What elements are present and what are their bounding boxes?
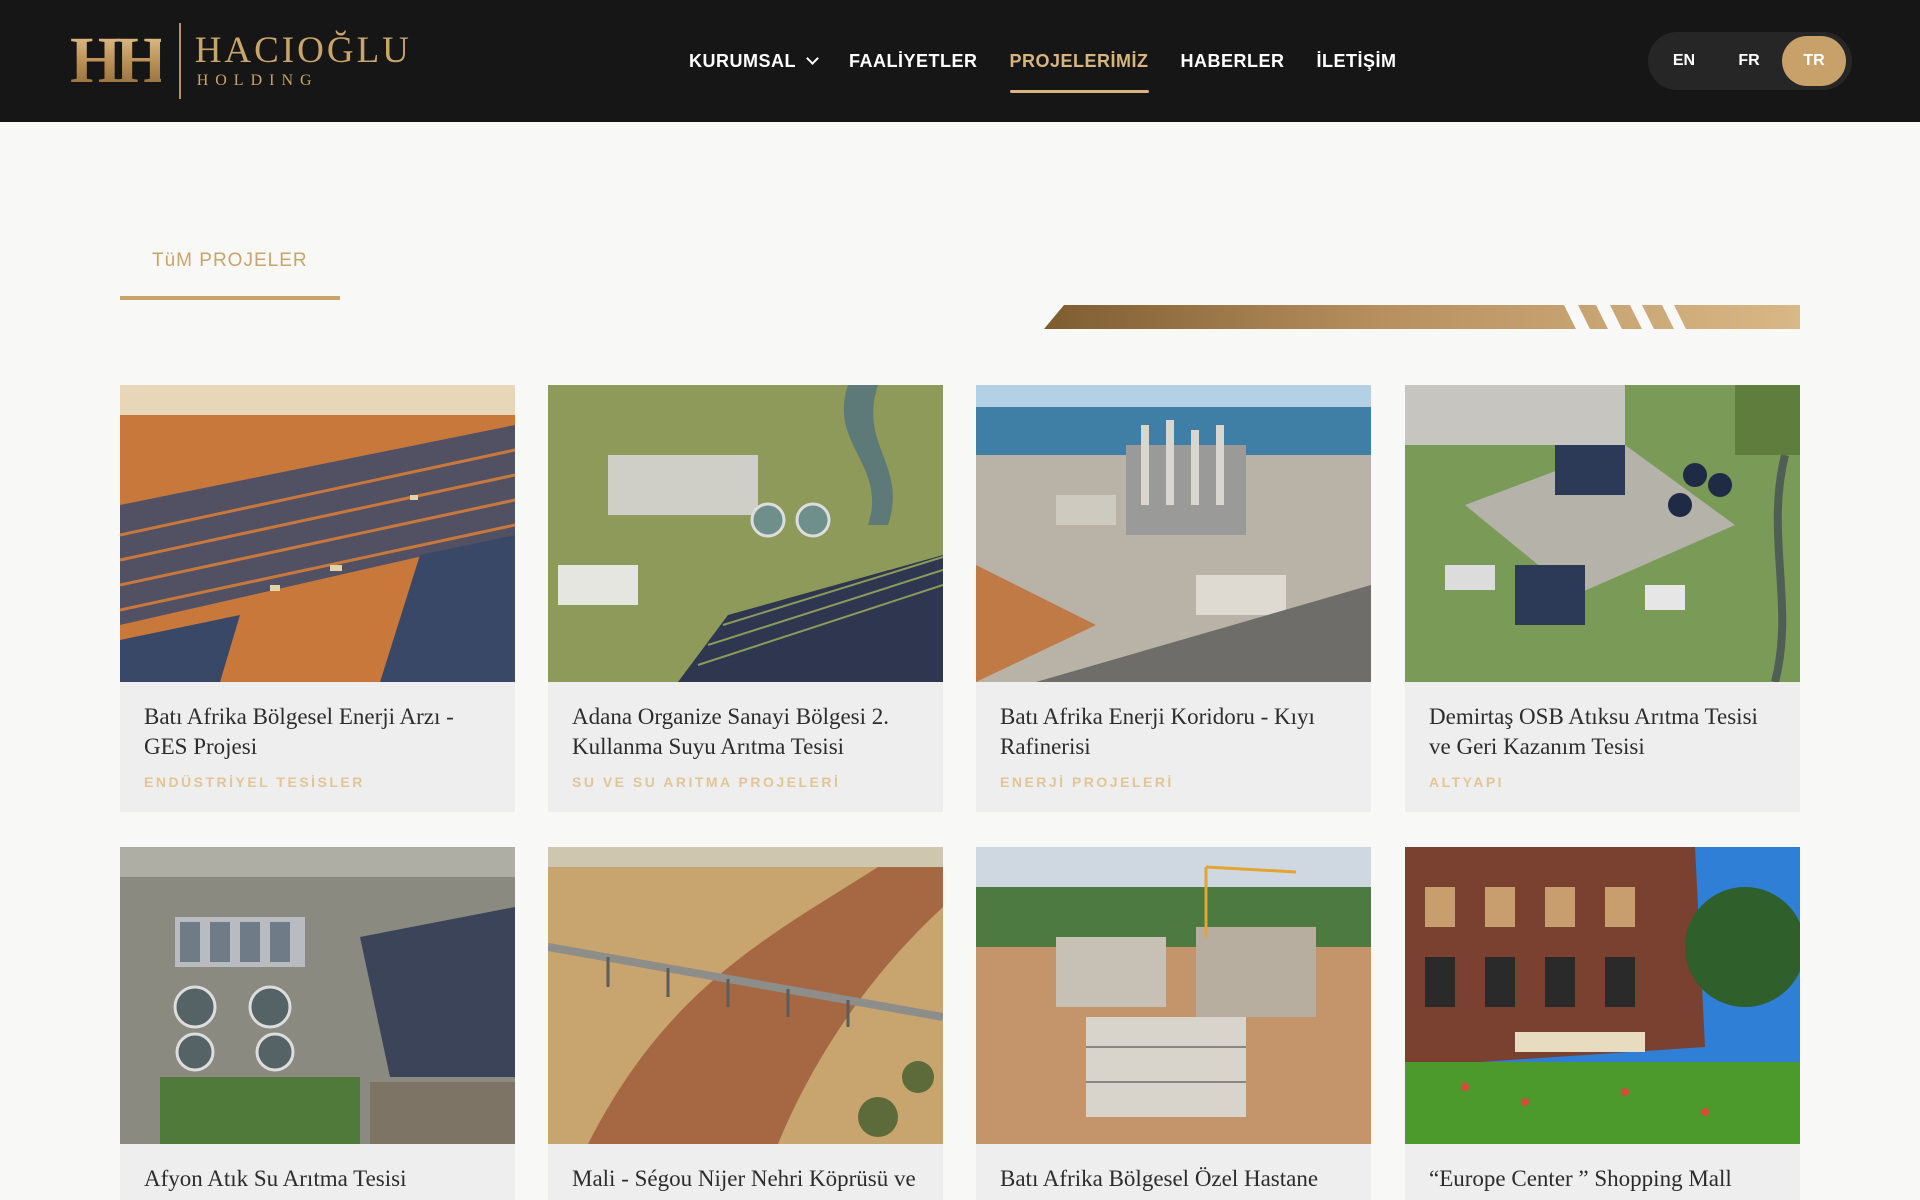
brand-subtitle: HOLDING [196, 72, 319, 89]
project-photo [120, 847, 515, 1144]
nav-iletisim[interactable]: İLETİŞİM [1317, 41, 1397, 81]
project-photo [548, 385, 943, 682]
chevron-down-icon [806, 52, 819, 65]
project-card[interactable]: “Europe Center ” Shopping Mall [1405, 847, 1800, 1200]
project-title: Adana Organize Sanayi Bölgesi 2. Kullanm… [572, 704, 890, 759]
project-photo [548, 847, 943, 1144]
nav-kurumsal[interactable]: KURUMSAL [689, 41, 819, 81]
project-photo [1405, 385, 1800, 682]
project-photo [1405, 847, 1800, 1144]
project-photo [976, 385, 1371, 682]
tab-all-projects[interactable]: TüM PROJELER [120, 250, 340, 300]
brand-name: HACIOĞLU [194, 30, 412, 71]
project-category: ENDÜSTRİYEL TESİSLER [144, 774, 365, 790]
project-photo [120, 385, 515, 682]
project-title: Batı Afrika Enerji Koridoru - Kıyı Rafin… [1000, 704, 1315, 759]
project-title: “Europe Center ” Shopping Mall [1429, 1166, 1732, 1191]
project-photo [976, 847, 1371, 1144]
decorative-gold-stripe [1044, 305, 1800, 329]
project-card[interactable]: Adana Organize Sanayi Bölgesi 2. Kullanm… [548, 385, 943, 812]
project-category: ALTYAPI [1429, 774, 1505, 790]
logo-mark: HH [70, 24, 167, 97]
nav-haberler[interactable]: HABERLER [1181, 41, 1285, 81]
project-title: Mali - Ségou Nijer Nehri Köprüsü ve [572, 1166, 916, 1191]
site-header: HH HACIOĞLU HOLDING KURUMSAL FAALİYETLER… [0, 0, 1920, 122]
project-category: ENERJİ PROJELERİ [1000, 774, 1174, 790]
project-title: Demirtaş OSB Atıksu Arıtma Tesisi ve Ger… [1429, 704, 1758, 759]
brand-logo[interactable]: HH HACIOĞLU HOLDING [70, 22, 412, 100]
lang-tr[interactable]: TR [1782, 36, 1846, 86]
logo-divider [178, 23, 181, 99]
project-card[interactable]: Afyon Atık Su Arıtma Tesisi [120, 847, 515, 1200]
project-card[interactable]: Batı Afrika Enerji Koridoru - Kıyı Rafin… [976, 385, 1371, 812]
nav-projelerimiz[interactable]: PROJELERİMİZ [1009, 41, 1149, 93]
lang-fr[interactable]: FR [1717, 36, 1781, 86]
project-title: Batı Afrika Bölgesel Özel Hastane [1000, 1166, 1319, 1191]
project-title: Afyon Atık Su Arıtma Tesisi [144, 1166, 407, 1191]
project-filter-tabs: TüM PROJELER [120, 250, 340, 300]
project-card[interactable]: Batı Afrika Bölgesel Özel Hastane [976, 847, 1371, 1200]
project-title: Batı Afrika Bölgesel Enerji Arzı - GES P… [144, 704, 454, 759]
project-card[interactable]: Mali - Ségou Nijer Nehri Köprüsü ve [548, 847, 943, 1200]
project-card[interactable]: Batı Afrika Bölgesel Enerji Arzı - GES P… [120, 385, 515, 812]
language-switcher: EN FR TR [1648, 32, 1852, 90]
main-nav: KURUMSAL FAALİYETLER PROJELERİMİZ HABERL… [689, 0, 1429, 122]
project-category: SU VE SU ARITMA PROJELERİ [572, 774, 841, 790]
lang-en[interactable]: EN [1652, 36, 1716, 86]
project-card[interactable]: Demirtaş OSB Atıksu Arıtma Tesisi ve Ger… [1405, 385, 1800, 812]
nav-faaliyetler[interactable]: FAALİYETLER [849, 41, 978, 81]
